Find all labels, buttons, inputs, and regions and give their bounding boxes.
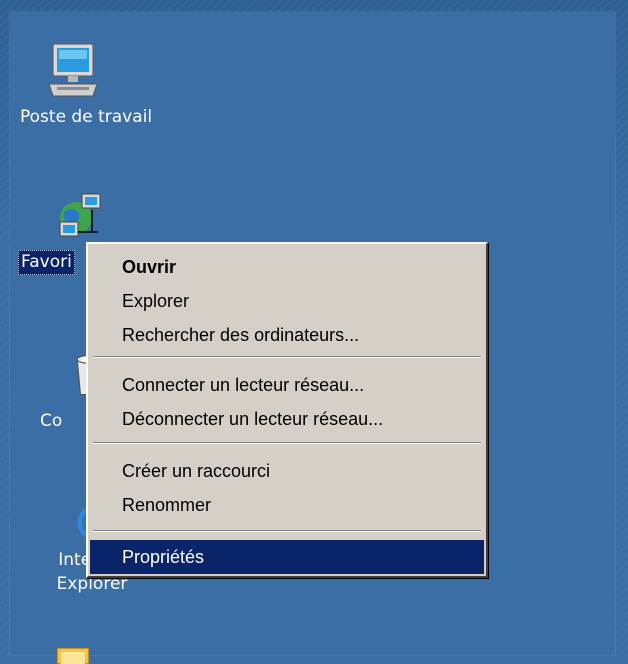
menu-item-rename[interactable]: Renommer (90, 488, 484, 522)
computer-icon (48, 43, 98, 97)
network-places-icon (59, 193, 101, 237)
menu-separator (93, 356, 481, 358)
menu-separator (93, 530, 481, 532)
menu-item-open[interactable]: Ouvrir (90, 250, 484, 284)
desktop-icon-my-computer[interactable]: Poste de travail (18, 40, 152, 129)
desktop-icon-label: Co (40, 411, 63, 431)
desktop-icon-label: Poste de travail (20, 107, 153, 127)
folder-icon (56, 647, 90, 664)
context-menu: Ouvrir Explorer Rechercher des ordinateu… (86, 242, 488, 578)
desktop-icon-label: Favori (18, 250, 75, 275)
menu-item-create-shortcut[interactable]: Créer un raccourci (90, 454, 484, 488)
desktop-icon-folder[interactable] (40, 644, 110, 664)
menu-item-disconnect-network-drive[interactable]: Déconnecter un lecteur réseau... (90, 402, 484, 436)
menu-item-properties[interactable]: Propriétés (90, 540, 484, 574)
menu-separator (93, 442, 481, 444)
menu-item-search-computers[interactable]: Rechercher des ordinateurs... (90, 318, 484, 352)
menu-item-map-network-drive[interactable]: Connecter un lecteur réseau... (90, 368, 484, 402)
menu-item-explore[interactable]: Explorer (90, 284, 484, 318)
